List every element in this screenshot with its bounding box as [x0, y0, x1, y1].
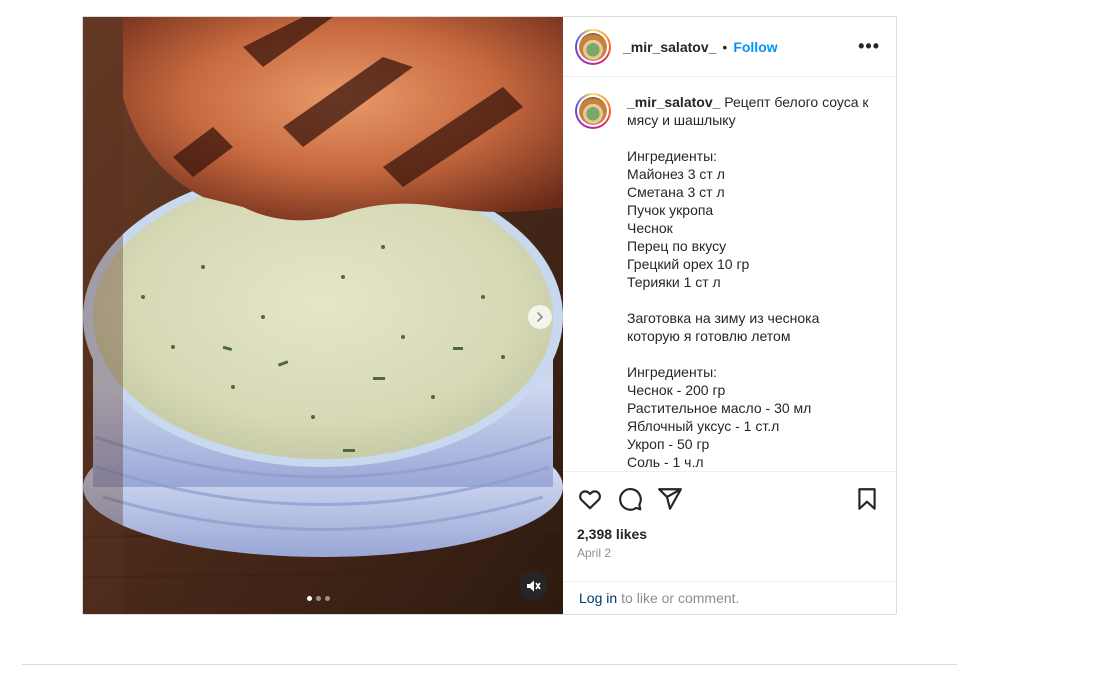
instagram-post: _mir_salatov_ • Follow ••• _mir_salatov_…	[82, 16, 897, 615]
caption-line: Рецепт белого соуса к	[724, 94, 869, 110]
caption-line: Перец по вкусу	[627, 238, 727, 254]
separator-dot: •	[722, 38, 728, 55]
login-prompt: Log in to like or comment.	[563, 581, 896, 614]
caption-line	[627, 291, 869, 309]
caption-line: Сметана 3 ст л	[627, 184, 725, 200]
likes-count[interactable]: 2,398 likes	[577, 526, 880, 542]
carousel-dot	[316, 596, 321, 601]
caption-line: которую я готовлю летом	[627, 328, 791, 344]
share-icon[interactable]	[657, 486, 683, 512]
caption-line: мясу и шашлыку	[627, 112, 736, 128]
carousel-indicator	[307, 596, 330, 601]
caption-line: Чеснок - 200 гр	[627, 382, 726, 398]
heart-icon[interactable]	[577, 486, 603, 512]
caption-line: Соль - 1 ч.л	[627, 454, 704, 470]
caption-avatar[interactable]	[575, 93, 611, 129]
comment-icon[interactable]	[617, 486, 643, 512]
caption-line: Растительное масло - 30 мл	[627, 400, 812, 416]
post-header: _mir_salatov_ • Follow •••	[563, 17, 896, 77]
caption-line: Ингредиенты:	[627, 148, 718, 164]
more-options-button[interactable]: •••	[858, 36, 880, 57]
post-photo	[83, 17, 563, 614]
follow-button[interactable]: Follow	[733, 39, 777, 55]
avatar[interactable]	[575, 28, 611, 65]
post-date[interactable]: April 2	[577, 546, 880, 560]
caption-area: _mir_salatov_ Рецепт белого соуса к мясу…	[563, 77, 896, 471]
caption-line: Заготовка на зиму из чеснока	[627, 310, 820, 326]
caption-line: Грецкий орех 10 гр	[627, 256, 750, 272]
caption-line: Терияки 1 ст л	[627, 274, 721, 290]
caption-line	[627, 129, 869, 147]
mute-toggle-button[interactable]	[519, 572, 547, 600]
post-caption: _mir_salatov_ Рецепт белого соуса к мясу…	[627, 93, 869, 471]
chevron-right-icon	[537, 312, 544, 322]
caption-line: Пучок укропа	[627, 202, 714, 218]
caption-line	[627, 345, 869, 363]
post-actions: 2,398 likes April 2	[563, 471, 896, 581]
login-link[interactable]: Log in	[579, 590, 617, 606]
caption-line: Яблочный уксус - 1 ст.л	[627, 418, 780, 434]
caption-line: Укроп - 50 гр	[627, 436, 710, 452]
bookmark-icon[interactable]	[854, 486, 880, 512]
post-side-panel: _mir_salatov_ • Follow ••• _mir_salatov_…	[563, 17, 896, 614]
header-username[interactable]: _mir_salatov_	[623, 39, 716, 55]
caption-line: Чеснок	[627, 220, 673, 236]
post-media[interactable]	[83, 17, 563, 614]
page-divider	[22, 664, 957, 665]
muted-speaker-icon	[527, 580, 541, 592]
carousel-dot	[325, 596, 330, 601]
caption-username[interactable]: _mir_salatov_	[627, 94, 720, 110]
login-prompt-text: to like or comment.	[621, 590, 740, 606]
carousel-dot	[307, 596, 312, 601]
caption-line: Ингредиенты:	[627, 364, 718, 380]
caption-line: Майонез 3 ст л	[627, 166, 725, 182]
carousel-next-button[interactable]	[528, 305, 552, 329]
